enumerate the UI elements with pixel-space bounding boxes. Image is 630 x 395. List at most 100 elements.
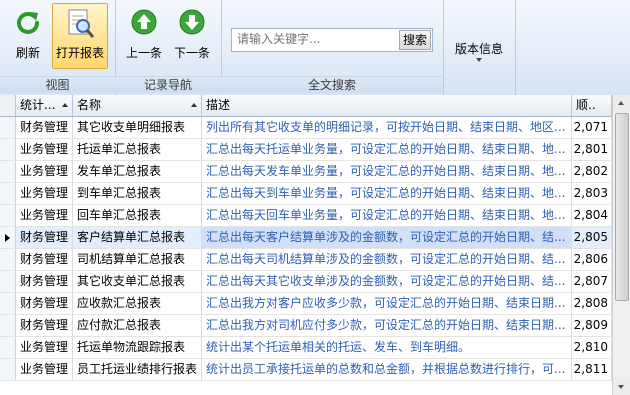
cell-name[interactable]: 其它收支单汇总报表 bbox=[73, 271, 202, 292]
row-indicator[interactable] bbox=[0, 139, 16, 160]
prev-record-button[interactable]: 上一条 bbox=[121, 4, 167, 64]
vertical-scrollbar[interactable] bbox=[612, 95, 630, 395]
open-report-button[interactable]: 打开报表 bbox=[52, 3, 108, 69]
cell-name[interactable]: 其它收支单明细报表 bbox=[73, 117, 202, 138]
cell-description[interactable]: 汇总出每天托运单业务量，可设定汇总的开始日期、结束日期、地... bbox=[202, 139, 572, 160]
cell-sequence[interactable]: 2,807 bbox=[572, 271, 612, 292]
cell-category[interactable]: 业务管理 bbox=[16, 183, 73, 204]
cell-sequence[interactable]: 2,803 bbox=[572, 183, 612, 204]
cell-category[interactable]: 财务管理 bbox=[16, 117, 73, 138]
cell-sequence[interactable]: 2,802 bbox=[572, 161, 612, 182]
version-info-label: 版本信息 bbox=[454, 42, 503, 56]
cell-sequence[interactable]: 2,806 bbox=[572, 249, 612, 270]
cell-category[interactable]: 业务管理 bbox=[16, 161, 73, 182]
cell-sequence[interactable]: 2,811 bbox=[572, 359, 612, 380]
cell-name[interactable]: 发车单汇总报表 bbox=[73, 161, 202, 182]
cell-category[interactable]: 财务管理 bbox=[16, 293, 73, 314]
row-indicator[interactable] bbox=[0, 271, 16, 292]
cell-description[interactable]: 汇总出每天客户结算单涉及的金额数，可设定汇总的开始日期、结... bbox=[202, 227, 572, 248]
cell-description[interactable]: 列出所有其它收支单的明细记录，可按开始日期、结束日期、地区... bbox=[202, 117, 572, 138]
chevron-down-icon bbox=[476, 58, 482, 62]
column-header-desc-label: 描述 bbox=[206, 98, 231, 112]
cell-category[interactable]: 财务管理 bbox=[16, 315, 73, 336]
row-indicator[interactable] bbox=[0, 117, 16, 138]
cell-sequence[interactable]: 2,805 bbox=[572, 227, 612, 248]
sort-asc-icon bbox=[191, 103, 197, 107]
cell-description[interactable]: 汇总出我方对司机应付多少款，可设定汇总的开始日期、结束日期... bbox=[202, 315, 572, 336]
table-row[interactable]: 业务管理 到车单汇总报表 汇总出每天到车单业务量，可设定汇总的开始日期、结束日期、地… bbox=[0, 183, 612, 205]
column-header-category[interactable]: 统计... bbox=[16, 95, 73, 116]
row-indicator[interactable] bbox=[0, 315, 16, 336]
prev-record-label: 上一条 bbox=[125, 46, 162, 60]
row-indicator[interactable] bbox=[0, 161, 16, 182]
cell-sequence[interactable]: 2,809 bbox=[572, 315, 612, 336]
row-indicator[interactable] bbox=[0, 293, 16, 314]
cell-name[interactable]: 到车单汇总报表 bbox=[73, 183, 202, 204]
cell-description[interactable]: 统计出某个托运单相关的托运、发车、到车明细。 bbox=[202, 337, 572, 358]
cell-sequence[interactable]: 2,071 bbox=[572, 117, 612, 138]
group-label-nav: 记录导航 bbox=[115, 76, 221, 93]
column-header-name[interactable]: 名称 bbox=[73, 95, 202, 116]
table-row[interactable]: 业务管理 托运单物流跟踪报表 统计出某个托运单相关的托运、发车、到车明细。 2,810 bbox=[0, 337, 612, 359]
cell-name[interactable]: 员工托运业绩排行报表 bbox=[73, 359, 202, 380]
table-row[interactable]: 业务管理 托运单汇总报表 汇总出每天托运单业务量，可设定汇总的开始日期、结束日期、地… bbox=[0, 139, 612, 161]
cell-name[interactable]: 应收款汇总报表 bbox=[73, 293, 202, 314]
report-grid: 统计... 名称 描述 顺.. 财务管理 其它收支单明细报表 列出所有其它收支单的明… bbox=[0, 95, 630, 395]
cell-name[interactable]: 托运单汇总报表 bbox=[73, 139, 202, 160]
scroll-thumb[interactable] bbox=[615, 113, 629, 301]
cell-name[interactable]: 回车单汇总报表 bbox=[73, 205, 202, 226]
cell-description[interactable]: 汇总出每天其它收支单涉及的金额数，可设定汇总的开始日期、结... bbox=[202, 271, 572, 292]
cell-sequence[interactable]: 2,810 bbox=[572, 337, 612, 358]
open-report-label: 打开报表 bbox=[55, 46, 104, 60]
cell-name[interactable]: 司机结算单汇总报表 bbox=[73, 249, 202, 270]
table-row[interactable]: 财务管理 其它收支单汇总报表 汇总出每天其它收支单涉及的金额数，可设定汇总的开始日期… bbox=[0, 271, 612, 293]
refresh-button[interactable]: 刷新 bbox=[6, 4, 50, 64]
table-row[interactable]: 财务管理 应付款汇总报表 汇总出我方对司机应付多少款，可设定汇总的开始日期、结束日期… bbox=[0, 315, 612, 337]
cell-description[interactable]: 汇总出我方对客户应收多少款，可设定汇总的开始日期、结束日期... bbox=[202, 293, 572, 314]
row-indicator[interactable] bbox=[0, 249, 16, 270]
row-indicator[interactable] bbox=[0, 337, 16, 358]
table-row[interactable]: 业务管理 员工托运业绩排行报表 统计出员工承接托运单的总数和总金额，并根据总数进行排… bbox=[0, 359, 612, 381]
row-indicator[interactable] bbox=[0, 183, 16, 204]
cell-category[interactable]: 业务管理 bbox=[16, 337, 73, 358]
scroll-up-button[interactable] bbox=[613, 95, 630, 112]
ribbon-group-nav: 上一条 下一条 记录导航 bbox=[115, 0, 222, 95]
cell-category[interactable]: 业务管理 bbox=[16, 139, 73, 160]
cell-sequence[interactable]: 2,808 bbox=[572, 293, 612, 314]
header-indicator bbox=[0, 95, 16, 116]
next-record-button[interactable]: 下一条 bbox=[169, 4, 215, 64]
table-row[interactable]: 财务管理 应收款汇总报表 汇总出我方对客户应收多少款，可设定汇总的开始日期、结束日期… bbox=[0, 293, 612, 315]
table-row[interactable]: 财务管理 其它收支单明细报表 列出所有其它收支单的明细记录，可按开始日期、结束日期、… bbox=[0, 117, 612, 139]
column-header-seq[interactable]: 顺.. bbox=[572, 95, 612, 116]
cell-category[interactable]: 财务管理 bbox=[16, 271, 73, 292]
table-row[interactable]: 财务管理 司机结算单汇总报表 汇总出每天司机结算单涉及的金额数，可设定汇总的开始日期… bbox=[0, 249, 612, 271]
report-magnifier-icon bbox=[65, 8, 95, 43]
cell-category[interactable]: 财务管理 bbox=[16, 227, 73, 248]
cell-name[interactable]: 客户结算单汇总报表 bbox=[73, 227, 202, 248]
ribbon: 刷新 打开报表 视图 上一条 下一条 记录导航 全文搜索 请输入关键字... 搜… bbox=[0, 0, 630, 96]
row-indicator[interactable] bbox=[0, 359, 16, 380]
cell-category[interactable]: 业务管理 bbox=[16, 359, 73, 380]
cell-description[interactable]: 汇总出每天到车单业务量，可设定汇总的开始日期、结束日期、地... bbox=[202, 183, 572, 204]
cell-description[interactable]: 汇总出每天司机结算单涉及的金额数，可设定汇总的开始日期、结... bbox=[202, 249, 572, 270]
cell-description[interactable]: 汇总出每天发车单业务量，可设定汇总的开始日期、结束日期、地... bbox=[202, 161, 572, 182]
cell-description[interactable]: 汇总出每天回车单业务量，可设定汇总的开始日期、结束日期、地... bbox=[202, 205, 572, 226]
cell-category[interactable]: 业务管理 bbox=[16, 205, 73, 226]
cell-sequence[interactable]: 2,801 bbox=[572, 139, 612, 160]
version-info-button[interactable]: 版本信息 bbox=[449, 36, 509, 96]
table-row[interactable]: 财务管理 客户结算单汇总报表 汇总出每天客户结算单涉及的金额数，可设定汇总的开始日期… bbox=[0, 227, 612, 249]
scroll-down-button[interactable] bbox=[613, 378, 630, 395]
cell-name[interactable]: 托运单物流跟踪报表 bbox=[73, 337, 202, 358]
cell-category[interactable]: 财务管理 bbox=[16, 249, 73, 270]
row-indicator[interactable] bbox=[0, 205, 16, 226]
cell-sequence[interactable]: 2,804 bbox=[572, 205, 612, 226]
arrow-down-icon bbox=[178, 8, 206, 39]
row-indicator[interactable] bbox=[0, 227, 16, 248]
cell-description[interactable]: 统计出员工承接托运单的总数和总金额，并根据总数进行排行，可... bbox=[202, 359, 572, 380]
search-input[interactable] bbox=[234, 30, 400, 48]
cell-name[interactable]: 应付款汇总报表 bbox=[73, 315, 202, 336]
column-header-desc[interactable]: 描述 bbox=[202, 95, 572, 116]
search-button[interactable]: 搜索 bbox=[399, 30, 431, 50]
table-row[interactable]: 业务管理 发车单汇总报表 汇总出每天发车单业务量，可设定汇总的开始日期、结束日期、地… bbox=[0, 161, 612, 183]
table-row[interactable]: 业务管理 回车单汇总报表 汇总出每天回车单业务量，可设定汇总的开始日期、结束日期、地… bbox=[0, 205, 612, 227]
